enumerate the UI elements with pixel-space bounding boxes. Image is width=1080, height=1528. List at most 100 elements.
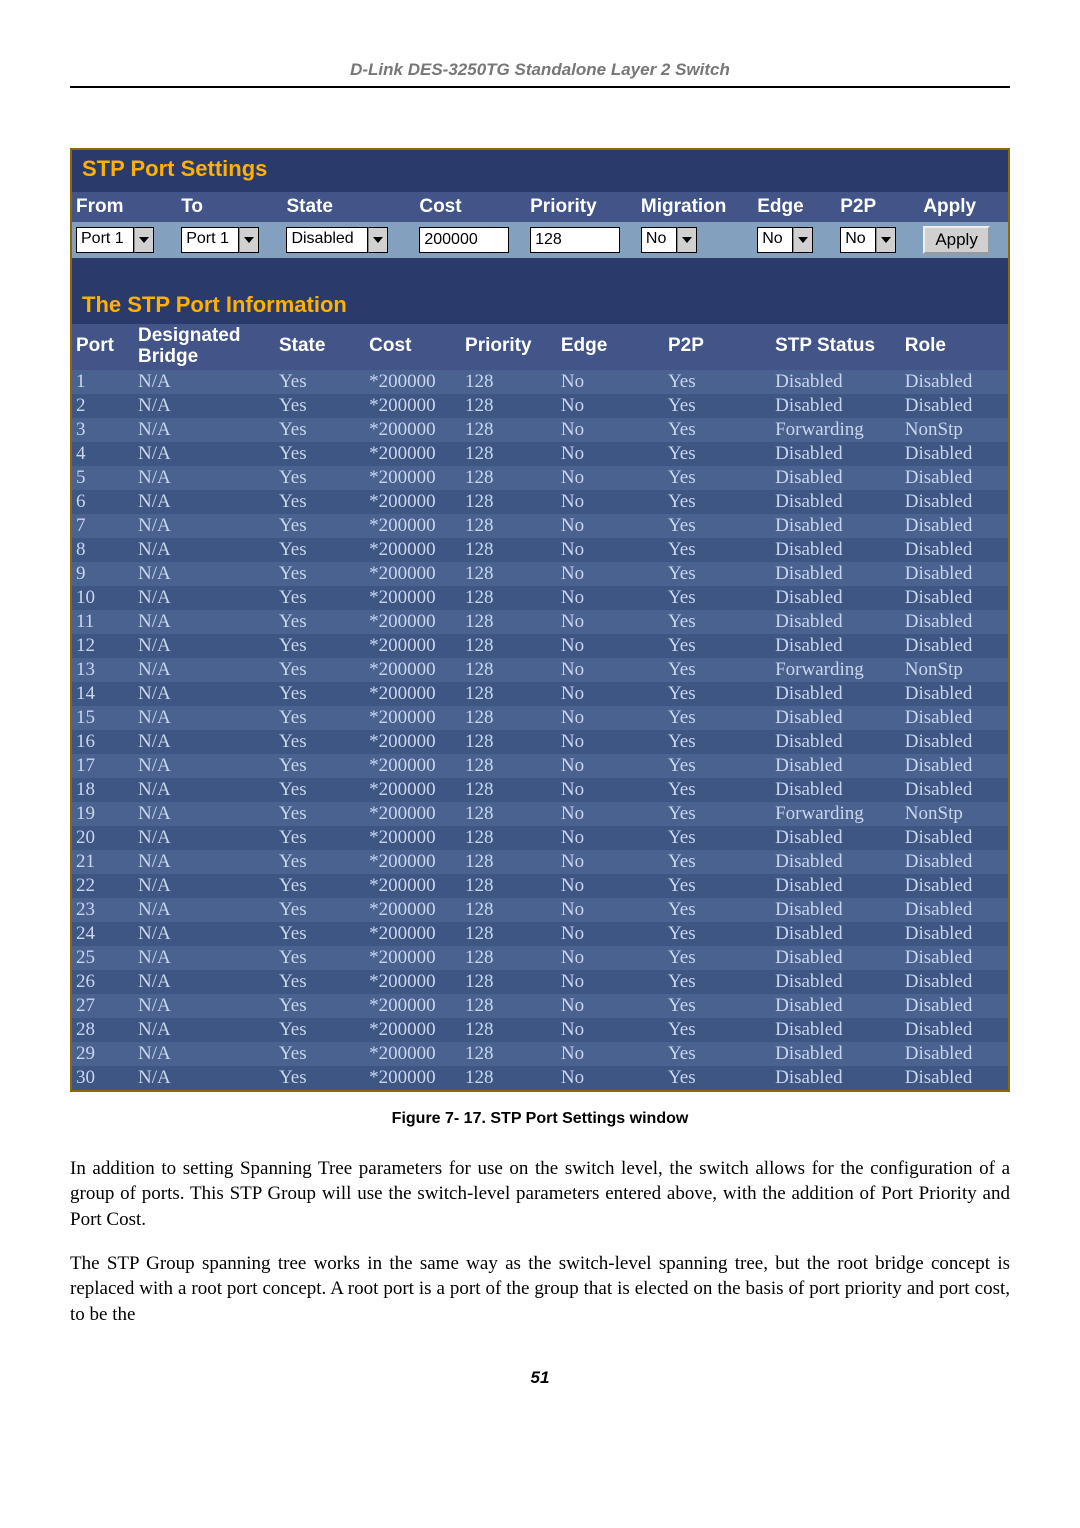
- chevron-down-icon[interactable]: [134, 227, 154, 253]
- cell-stp: Disabled: [771, 394, 901, 418]
- table-row: 1N/AYes*200000128NoYesDisabledDisabled: [72, 370, 1008, 394]
- edge-select[interactable]: No: [757, 227, 813, 253]
- chevron-down-icon[interactable]: [677, 227, 697, 253]
- cell-stp: Disabled: [771, 898, 901, 922]
- chevron-down-icon[interactable]: [793, 227, 813, 253]
- cell-pri: 128: [461, 874, 557, 898]
- stp-panel: STP Port Settings From To State Cost Pri…: [70, 148, 1010, 1092]
- cell-edge: No: [557, 802, 664, 826]
- cell-cost: *200000: [365, 922, 461, 946]
- chevron-down-icon[interactable]: [876, 227, 896, 253]
- table-row: 27N/AYes*200000128NoYesDisabledDisabled: [72, 994, 1008, 1018]
- p2p-select[interactable]: No: [840, 227, 896, 253]
- cell-pri: 128: [461, 754, 557, 778]
- cell-edge: No: [557, 778, 664, 802]
- cell-stp: Disabled: [771, 946, 901, 970]
- cell-p2p: Yes: [664, 562, 771, 586]
- info-title: The STP Port Information: [72, 286, 1008, 324]
- cell-pri: 128: [461, 1042, 557, 1066]
- state-select[interactable]: Disabled: [286, 227, 388, 253]
- cell-cost: *200000: [365, 442, 461, 466]
- cell-p2p: Yes: [664, 586, 771, 610]
- cell-role: Disabled: [901, 490, 1008, 514]
- cell-role: Disabled: [901, 514, 1008, 538]
- chevron-down-icon[interactable]: [368, 227, 388, 253]
- cell-p2p: Yes: [664, 466, 771, 490]
- table-row: 7N/AYes*200000128NoYesDisabledDisabled: [72, 514, 1008, 538]
- cell-db: N/A: [134, 778, 275, 802]
- cell-stp: Disabled: [771, 370, 901, 394]
- table-row: 15N/AYes*200000128NoYesDisabledDisabled: [72, 706, 1008, 730]
- cell-pri: 128: [461, 442, 557, 466]
- cell-p2p: Yes: [664, 514, 771, 538]
- cell-db: N/A: [134, 610, 275, 634]
- from-select[interactable]: Port 1: [76, 227, 154, 253]
- cell-state: Yes: [275, 370, 365, 394]
- cell-p2p: Yes: [664, 970, 771, 994]
- table-row: 16N/AYes*200000128NoYesDisabledDisabled: [72, 730, 1008, 754]
- cell-db: N/A: [134, 538, 275, 562]
- cell-db: N/A: [134, 1066, 275, 1090]
- cell-pri: 128: [461, 538, 557, 562]
- cell-state: Yes: [275, 682, 365, 706]
- table-row: 5N/AYes*200000128NoYesDisabledDisabled: [72, 466, 1008, 490]
- cell-port: 18: [72, 778, 134, 802]
- cell-state: Yes: [275, 994, 365, 1018]
- apply-button[interactable]: Apply: [923, 226, 990, 254]
- to-select[interactable]: Port 1: [181, 227, 259, 253]
- cell-db: N/A: [134, 730, 275, 754]
- cell-state: Yes: [275, 514, 365, 538]
- cell-cost: *200000: [365, 826, 461, 850]
- cell-state: Yes: [275, 466, 365, 490]
- cell-port: 8: [72, 538, 134, 562]
- cell-state: Yes: [275, 442, 365, 466]
- cell-edge: No: [557, 946, 664, 970]
- cell-stp: Disabled: [771, 1018, 901, 1042]
- cell-state: Yes: [275, 778, 365, 802]
- table-row: 25N/AYes*200000128NoYesDisabledDisabled: [72, 946, 1008, 970]
- cell-role: Disabled: [901, 1066, 1008, 1090]
- table-row: 9N/AYes*200000128NoYesDisabledDisabled: [72, 562, 1008, 586]
- cell-state: Yes: [275, 490, 365, 514]
- migration-select[interactable]: No: [641, 227, 697, 253]
- cell-role: Disabled: [901, 850, 1008, 874]
- cell-db: N/A: [134, 754, 275, 778]
- cell-p2p: Yes: [664, 706, 771, 730]
- cost-input[interactable]: [419, 227, 509, 253]
- cell-cost: *200000: [365, 706, 461, 730]
- cell-role: Disabled: [901, 586, 1008, 610]
- hdr-p2p: P2P: [836, 192, 919, 222]
- priority-input[interactable]: [530, 227, 620, 253]
- cell-state: Yes: [275, 658, 365, 682]
- cell-edge: No: [557, 634, 664, 658]
- cell-cost: *200000: [365, 850, 461, 874]
- cell-port: 22: [72, 874, 134, 898]
- info-hdr-db: Designated Bridge: [134, 324, 275, 370]
- cell-p2p: Yes: [664, 850, 771, 874]
- cell-cost: *200000: [365, 418, 461, 442]
- cell-pri: 128: [461, 802, 557, 826]
- cell-edge: No: [557, 850, 664, 874]
- cell-cost: *200000: [365, 802, 461, 826]
- cell-port: 2: [72, 394, 134, 418]
- cell-port: 16: [72, 730, 134, 754]
- cell-pri: 128: [461, 970, 557, 994]
- cell-cost: *200000: [365, 946, 461, 970]
- cell-cost: *200000: [365, 394, 461, 418]
- figure-caption: Figure 7- 17. STP Port Settings window: [70, 1110, 1010, 1128]
- cell-pri: 128: [461, 922, 557, 946]
- cell-cost: *200000: [365, 778, 461, 802]
- cell-pri: 128: [461, 562, 557, 586]
- chevron-down-icon[interactable]: [239, 227, 259, 253]
- cell-p2p: Yes: [664, 922, 771, 946]
- info-hdr-port: Port: [72, 324, 134, 370]
- table-row: 20N/AYes*200000128NoYesDisabledDisabled: [72, 826, 1008, 850]
- cell-role: Disabled: [901, 442, 1008, 466]
- table-row: 24N/AYes*200000128NoYesDisabledDisabled: [72, 922, 1008, 946]
- cell-cost: *200000: [365, 514, 461, 538]
- table-row: 29N/AYes*200000128NoYesDisabledDisabled: [72, 1042, 1008, 1066]
- cell-role: Disabled: [901, 826, 1008, 850]
- cell-p2p: Yes: [664, 658, 771, 682]
- cell-state: Yes: [275, 850, 365, 874]
- table-row: 10N/AYes*200000128NoYesDisabledDisabled: [72, 586, 1008, 610]
